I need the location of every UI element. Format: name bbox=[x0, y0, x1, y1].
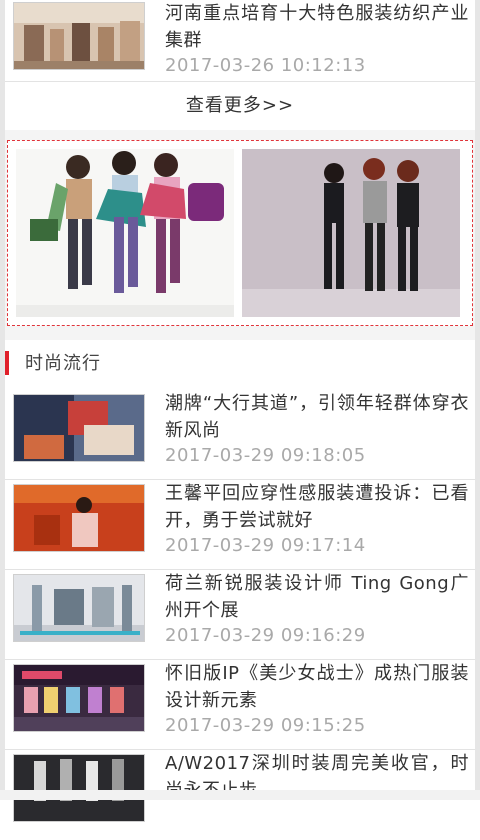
article-thumbnail bbox=[13, 754, 145, 822]
article-date: 2017-03-29 09:15:25 bbox=[165, 715, 366, 736]
top-news-item[interactable]: 河南重点培育十大特色服装纺织产业集群 2017-03-26 10:12:13 bbox=[5, 0, 475, 82]
article-item[interactable]: 王馨平回应穿性感服装遭投诉：已看开，勇于尝试就好 2017-03-29 09:1… bbox=[5, 480, 475, 570]
promo-image-left[interactable] bbox=[16, 149, 234, 317]
top-news-thumbnail bbox=[13, 2, 145, 70]
article-thumbnail bbox=[13, 574, 145, 642]
article-title: 荷兰新锐服装设计师 Ting Gong广州开个展 bbox=[165, 573, 469, 621]
article-title: 潮牌“大行其道”，引领年轻群体穿衣新风尚 bbox=[165, 393, 469, 441]
article-item[interactable]: 荷兰新锐服装设计师 Ting Gong广州开个展 2017-03-29 09:1… bbox=[5, 570, 475, 660]
article-date: 2017-03-29 09:17:14 bbox=[165, 535, 366, 556]
promo-banner[interactable] bbox=[7, 140, 473, 326]
promo-image-right[interactable] bbox=[242, 149, 460, 317]
article-item[interactable]: 潮牌“大行其道”，引领年轻群体穿衣新风尚 2017-03-29 09:18:05 bbox=[5, 390, 475, 480]
article-thumbnail bbox=[13, 394, 145, 462]
article-item[interactable]: 怀旧版IP《美少女战士》成热门服装设计新元素 2017-03-29 09:15:… bbox=[5, 660, 475, 750]
right-gutter bbox=[475, 0, 480, 800]
article-title: 怀旧版IP《美少女战士》成热门服装设计新元素 bbox=[165, 663, 469, 711]
article-thumbnail bbox=[13, 664, 145, 732]
top-news-title: 河南重点培育十大特色服装纺织产业集群 bbox=[165, 3, 469, 51]
article-thumbnail bbox=[13, 484, 145, 552]
section-accent-bar bbox=[5, 351, 9, 375]
section-title: 时尚流行 bbox=[25, 353, 101, 374]
view-more-link[interactable]: 查看更多>> bbox=[5, 82, 475, 130]
article-date: 2017-03-29 09:16:29 bbox=[165, 625, 366, 646]
article-title: 王馨平回应穿性感服装遭投诉：已看开，勇于尝试就好 bbox=[165, 483, 469, 531]
page: 河南重点培育十大特色服装纺织产业集群 2017-03-26 10:12:13 查… bbox=[0, 0, 480, 822]
top-news-date: 2017-03-26 10:12:13 bbox=[165, 55, 366, 76]
bottom-bar bbox=[0, 790, 480, 800]
article-date: 2017-03-29 09:18:05 bbox=[165, 445, 366, 466]
